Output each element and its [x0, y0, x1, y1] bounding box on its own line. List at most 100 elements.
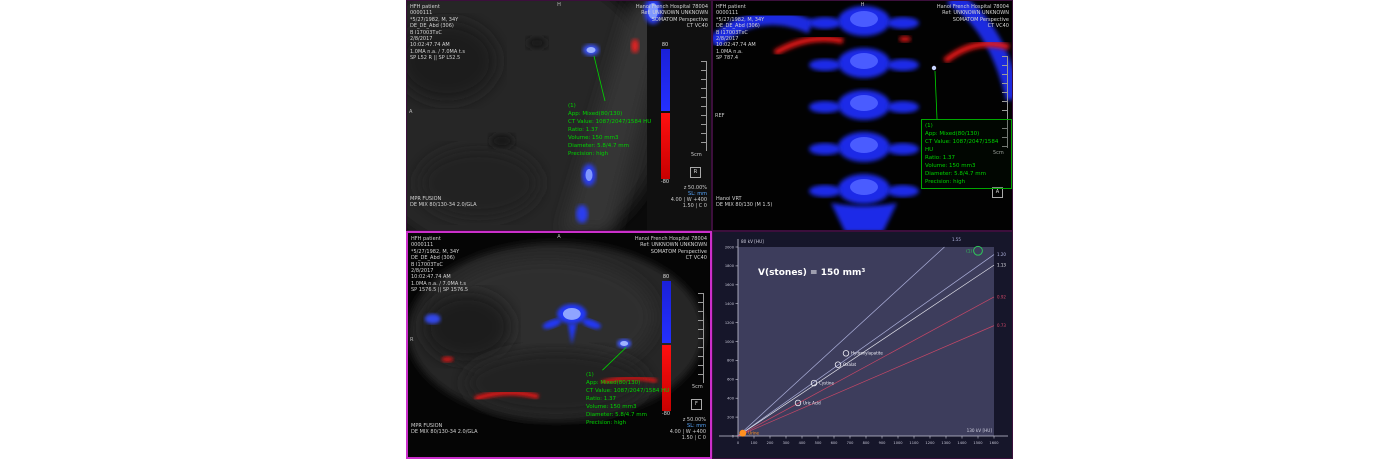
text-line: Ratio: 1.37	[925, 154, 1008, 162]
x-tick-label: 500	[815, 441, 823, 445]
y-tick-label: 1400	[725, 302, 735, 306]
y-tick-label: 1000	[725, 340, 735, 344]
text-line: 1.50 | C 0	[670, 435, 706, 441]
x-tick-label: 400	[799, 441, 807, 445]
y-tick-label: 200	[727, 415, 735, 419]
urine-point	[739, 430, 746, 437]
stone-type-label: Uric Acid	[803, 400, 821, 405]
text-line: SP L52 R || SP L52.5	[410, 55, 465, 61]
text-line: Ref: UNKNOWN UNKNOWN	[937, 10, 1009, 16]
text-line: Volume: 150 mm3	[568, 134, 651, 142]
patient-info-block: HFH patient0000111*5/27/1982, M, 34YDE_D…	[716, 4, 764, 62]
text-line: DE MIX 80/130-34 2.0/GLA	[410, 202, 477, 208]
text-line: Volume: 150 mm3	[925, 162, 1008, 170]
text-line: CT Value: 1087/2047/1584 HU	[586, 387, 669, 395]
viewport-stone-chart[interactable]: 0100200300400500600700800900100011001200…	[712, 231, 1013, 459]
bowel-gas	[527, 37, 547, 49]
series-info-block: MPR FUSIONDE MIX 80/130-34 2.0/GLA	[411, 423, 478, 436]
y-axis-label: 80 kV [HU]	[741, 239, 764, 244]
viewport-mpr-axial-selected[interactable]: HFH patient0000111*5/27/1982, M, 34YDE_D…	[406, 231, 712, 459]
x-tick-label: 100	[751, 441, 759, 445]
y-tick-label: 1800	[725, 264, 735, 268]
stone-type-label: Cystine	[819, 380, 834, 385]
calcified-overlay-core	[586, 169, 593, 181]
stone-marker	[932, 66, 936, 70]
text-line: 1.50 | C 0	[671, 203, 707, 209]
text-line: Ratio: 1.37	[568, 126, 651, 134]
text-line: (1)	[568, 102, 651, 110]
text-line: Diameter: 5.8/4.7 mm	[568, 142, 651, 150]
y-tick-label: 600	[727, 378, 735, 382]
text-line: Precision: high	[925, 178, 1008, 186]
ref-label: REF	[715, 113, 725, 119]
urine-label: Urine	[748, 431, 759, 436]
text-line: CT VC40	[636, 23, 708, 29]
uric-overlay-red	[631, 39, 639, 53]
series-info-block: MPR FUSIONDE MIX 80/130-34 2.0/GLA	[410, 196, 477, 209]
text-line: DE_DE_Abd (306)	[716, 23, 764, 29]
x-tick-label: 200	[767, 441, 775, 445]
x-tick-label: 300	[783, 441, 791, 445]
scale-ruler	[698, 293, 704, 383]
x-axis-label: 130 kV [HU]	[967, 428, 993, 433]
x-tick-label: 1300	[941, 441, 951, 445]
text-line: CT VC40	[635, 255, 707, 261]
stone-overlay-core	[620, 341, 628, 346]
orientation-marker-left: A	[409, 109, 412, 115]
text-line: CT VC40	[937, 23, 1009, 29]
text-line: SP 787.4	[716, 55, 764, 61]
x-tick-label: 600	[831, 441, 839, 445]
bowel-gas	[490, 134, 514, 148]
colorbar-max-label: 80	[659, 275, 673, 280]
text-line: App: Mixed(80/130)	[568, 110, 651, 118]
stone-chart[interactable]: 0100200300400500600700800900100011001200…	[713, 232, 1013, 459]
dual-energy-colorbar[interactable]: 80 -80	[658, 43, 672, 185]
stone-type-label: Hydroxylapatite	[851, 351, 883, 356]
text-line: Precision: high	[586, 419, 669, 427]
chart-title: V(stones) = 150 mm³	[758, 268, 865, 278]
ratio-label: 0.92	[997, 294, 1006, 299]
patient-info-block: HFH patient0000111*5/27/1982, M, 34YDE_D…	[410, 4, 465, 62]
text-line: Ref: UNKNOWN UNKNOWN	[636, 10, 708, 16]
bowel-gas	[423, 292, 512, 361]
x-tick-label: 1100	[909, 441, 919, 445]
x-tick-label: 700	[847, 441, 855, 445]
orientation-marker-left: R	[410, 337, 413, 343]
text-line: App: Mixed(80/130)	[586, 379, 669, 387]
viewport-vrt[interactable]: HFH patient0000111*5/27/1982, M, 34YDE_D…	[712, 0, 1013, 231]
text-line: (1)	[586, 371, 669, 379]
series-info-block: Hanoi VRTDE MIX 80/130 (M 1.5)	[716, 196, 772, 209]
x-tick-label: 1500	[973, 441, 983, 445]
stone-annotation: (1)App: Mixed(80/130)CT Value: 1087/2047…	[586, 371, 669, 427]
text-line: Diameter: 5.8/4.7 mm	[925, 170, 1008, 178]
text-line: SP 1576.5 || SP 1576.5	[411, 287, 468, 293]
x-tick-label: 800	[863, 441, 871, 445]
scale-label: 5cm	[691, 152, 702, 158]
orientation-cube[interactable]: F	[691, 399, 702, 410]
x-tick-label: 1600	[989, 441, 999, 445]
y-tick-label: 1200	[725, 321, 735, 325]
ratio-label: 0.73	[997, 323, 1006, 328]
colorbar-blue-segment	[661, 49, 670, 111]
uric-overlay-red	[899, 36, 911, 42]
viewport-mpr-sagittal[interactable]: HFH patient0000111*5/27/1982, M, 34YDE_D…	[406, 0, 712, 231]
text-line: Diameter: 5.8/4.7 mm	[586, 411, 669, 419]
colorbar-red-segment	[661, 113, 670, 179]
colorbar-max-label: 80	[658, 43, 672, 48]
y-tick-label: 2000	[725, 245, 735, 249]
colorbar-min-label: -80	[658, 180, 672, 185]
calcified-overlay-blue	[576, 205, 588, 223]
y-tick-label: 400	[727, 397, 735, 401]
text-line: CT Value: 1087/2047/1584 HU	[925, 138, 1008, 154]
text-line: Ref: UNKNOWN UNKNOWN	[635, 242, 707, 248]
window-center-values[interactable]: 4.00 | W +4001.50 | C 0	[671, 197, 707, 209]
vertebra-overlay-core	[563, 308, 581, 320]
text-line: DE MIX 80/130 (M 1.5)	[716, 202, 772, 208]
y-tick-label: 800	[727, 359, 735, 363]
patient-info-block: HFH patient0000111*5/27/1982, M, 34YDE_D…	[411, 236, 468, 294]
text-line: (1)	[925, 122, 1008, 130]
window-center-values[interactable]: 4.00 | W +4001.50 | C 0	[670, 429, 706, 441]
hospital-info-block: Hanoi French Hospital 78004Ref: UNKNOWN …	[937, 4, 1009, 30]
orientation-cube[interactable]: R	[690, 167, 701, 178]
stone-overlay-core	[587, 47, 596, 53]
